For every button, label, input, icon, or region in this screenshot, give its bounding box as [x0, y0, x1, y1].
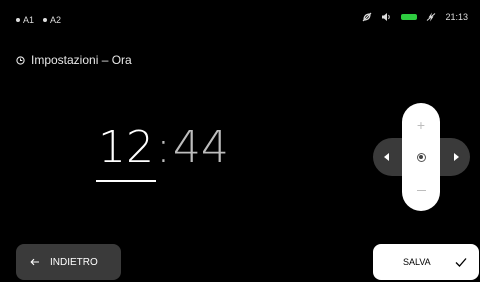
indicator-a2: A2 [43, 15, 61, 25]
save-button[interactable]: SALVA [373, 244, 479, 280]
leaf-slash-icon [363, 12, 372, 22]
status-bar: A1 A2 21:13 [0, 0, 480, 42]
dpad-right-button[interactable] [443, 138, 470, 176]
back-button-label: INDIETRO [50, 256, 98, 268]
indicator-a1: A1 [16, 15, 34, 25]
clock-icon [16, 55, 25, 65]
dpad-decrease-button[interactable] [402, 175, 440, 205]
battery-icon [401, 14, 418, 20]
arrow-right-icon [454, 153, 459, 161]
status-time: 21:13 [445, 12, 468, 22]
save-button-label: SALVA [403, 257, 431, 267]
indicator-a1-label: A1 [23, 15, 35, 25]
arrow-left-icon [383, 153, 389, 161]
hours-field[interactable]: 12 [96, 123, 156, 182]
page-title-text: Impostazioni – Ora [31, 53, 132, 67]
status-icons: 21:13 [362, 12, 468, 22]
dpad-increase-button[interactable]: + [402, 110, 440, 140]
indicator-a2-label: A2 [50, 15, 62, 25]
dot-icon [43, 18, 48, 22]
time-display: 12 : 44 [96, 122, 229, 182]
speaker-icon [382, 13, 391, 21]
bolt-slash-icon [427, 12, 436, 22]
dpad-left-button[interactable] [373, 138, 399, 176]
page-title: Impostazioni – Ora [16, 53, 132, 67]
minus-icon [416, 189, 426, 191]
back-button[interactable]: INDIETRO [16, 244, 121, 280]
dpad-center-button[interactable] [411, 148, 431, 166]
time-separator: : [156, 122, 171, 173]
plus-icon: + [416, 117, 426, 133]
arrow-back-icon [30, 258, 39, 266]
center-dot-icon [416, 152, 426, 162]
dot-icon [16, 18, 20, 22]
checkmark-icon [455, 258, 467, 267]
status-indicators: A1 A2 [16, 15, 61, 25]
minutes-field[interactable]: 44 [173, 123, 229, 173]
